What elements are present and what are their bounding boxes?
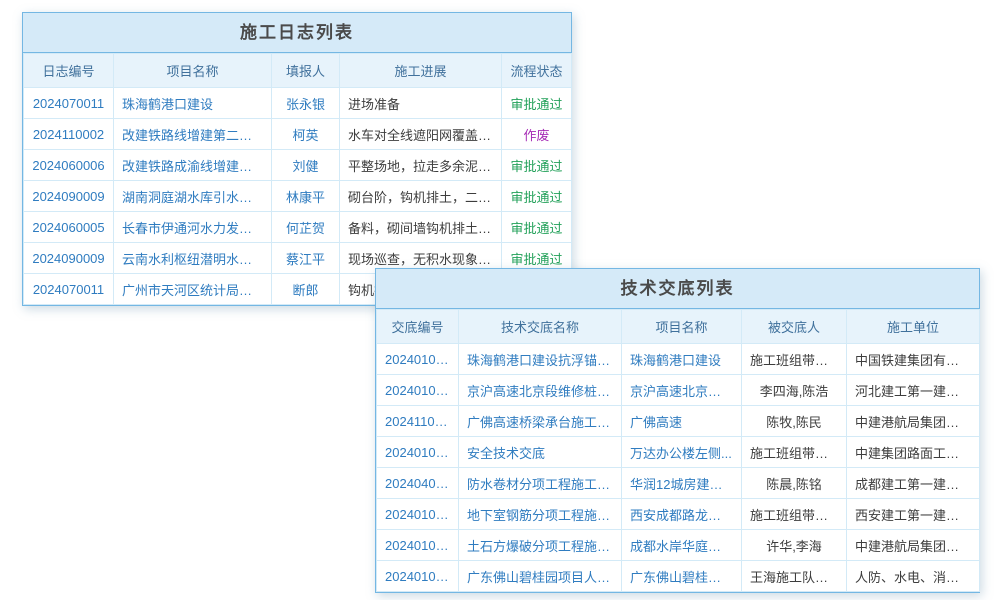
column-header: 施工单位 xyxy=(847,310,980,344)
table-row[interactable]: 2024090009湖南洞庭湖水库引水工程...林康平砌台阶，钩机排土，二包砌.… xyxy=(24,181,572,212)
link-cell[interactable]: 2024110001 xyxy=(377,406,459,437)
link-cell[interactable]: 林康平 xyxy=(272,181,340,212)
table-row[interactable]: 2024010004京沪高速北京段维修桩辐...京沪高速北京段维修李四海,陈浩河… xyxy=(377,375,980,406)
status-cell: 审批通过 xyxy=(502,181,572,212)
link-cell[interactable]: 2024110002 xyxy=(24,119,114,150)
link-cell[interactable]: 2024090009 xyxy=(24,181,114,212)
link-cell[interactable]: 2024070011 xyxy=(24,88,114,119)
text-cell: 西安建工第一建筑有... xyxy=(847,499,980,530)
column-header: 被交底人 xyxy=(742,310,847,344)
link-cell[interactable]: 云南水利枢纽潜明水库一... xyxy=(114,243,272,274)
link-cell[interactable]: 2024010003 xyxy=(377,344,459,375)
column-header: 交底编号 xyxy=(377,310,459,344)
text-cell: 王海施工队全队 xyxy=(742,561,847,592)
status-cell: 作废 xyxy=(502,119,572,150)
table-row[interactable]: 2024010003珠海鹤港口建设抗浮锚杆...珠海鹤港口建设施工班组带班...… xyxy=(377,344,980,375)
link-cell[interactable]: 广佛高速 xyxy=(622,406,742,437)
link-cell[interactable]: 2024010003 xyxy=(377,437,459,468)
status-cell: 审批通过 xyxy=(502,88,572,119)
construction-log-title: 施工日志列表 xyxy=(23,13,571,53)
table-row[interactable]: 2024060006改建铁路成渝线增建第二...刘健平整场地，拉走多余泥土15.… xyxy=(24,150,572,181)
link-cell[interactable]: 地下室钢筋分项工程施工... xyxy=(459,499,622,530)
link-cell[interactable]: 成都水岸华庭名苑... xyxy=(622,530,742,561)
text-cell: 砌台阶，钩机排土，二包砌... xyxy=(340,181,502,212)
table-row[interactable]: 2024010002土石方爆破分项工程施工...成都水岸华庭名苑...许华,李海… xyxy=(377,530,980,561)
text-cell: 进场准备 xyxy=(340,88,502,119)
link-cell[interactable]: 京沪高速北京段维修 xyxy=(622,375,742,406)
table-row[interactable]: 2024110002改建铁路线增建第二线直...柯英水车对全线遮阳网覆盖点进..… xyxy=(24,119,572,150)
link-cell[interactable]: 2024010004 xyxy=(377,375,459,406)
text-cell: 陈牧,陈民 xyxy=(742,406,847,437)
table-row[interactable]: 2024070011珠海鹤港口建设张永银进场准备审批通过 xyxy=(24,88,572,119)
text-cell: 人防、水电、消防暖通 xyxy=(847,561,980,592)
link-cell[interactable]: 珠海鹤港口建设 xyxy=(114,88,272,119)
text-cell: 李四海,陈浩 xyxy=(742,375,847,406)
link-cell[interactable]: 珠海鹤港口建设抗浮锚杆... xyxy=(459,344,622,375)
column-header: 技术交底名称 xyxy=(459,310,622,344)
status-cell: 审批通过 xyxy=(502,150,572,181)
text-cell: 成都建工第一建筑有... xyxy=(847,468,980,499)
column-header: 日志编号 xyxy=(24,54,114,88)
link-cell[interactable]: 2024070011 xyxy=(24,274,114,305)
link-cell[interactable]: 广州市天河区统计局机房... xyxy=(114,274,272,305)
text-cell: 施工班组带班... xyxy=(742,437,847,468)
link-cell[interactable]: 土石方爆破分项工程施工... xyxy=(459,530,622,561)
link-cell[interactable]: 2024060006 xyxy=(24,150,114,181)
link-cell[interactable]: 改建铁路线增建第二线直... xyxy=(114,119,272,150)
link-cell[interactable]: 防水卷材分项工程施工技... xyxy=(459,468,622,499)
text-cell: 备料，砌间墙钩机排土，瓦... xyxy=(340,212,502,243)
link-cell[interactable]: 安全技术交底 xyxy=(459,437,622,468)
link-cell[interactable]: 华润12城房建工程... xyxy=(622,468,742,499)
link-cell[interactable]: 2024090009 xyxy=(24,243,114,274)
link-cell[interactable]: 万达办公楼左侧... xyxy=(622,437,742,468)
column-header: 项目名称 xyxy=(622,310,742,344)
link-cell[interactable]: 2024060005 xyxy=(24,212,114,243)
text-cell: 中国铁建集团有限公司 xyxy=(847,344,980,375)
table-row[interactable]: 2024010003安全技术交底万达办公楼左侧...施工班组带班...中建集团路… xyxy=(377,437,980,468)
column-header: 填报人 xyxy=(272,54,340,88)
text-cell: 施工班组带班... xyxy=(742,499,847,530)
column-header: 施工进展 xyxy=(340,54,502,88)
link-cell[interactable]: 张永银 xyxy=(272,88,340,119)
table-row[interactable]: 2024060005长春市伊通河水力发电厂...何芷贺备料，砌间墙钩机排土，瓦.… xyxy=(24,212,572,243)
link-cell[interactable]: 2024010001 xyxy=(377,561,459,592)
text-cell: 许华,李海 xyxy=(742,530,847,561)
text-cell: 中建港航局集团有限... xyxy=(847,530,980,561)
status-cell: 审批通过 xyxy=(502,212,572,243)
link-cell[interactable]: 2024010002 xyxy=(377,530,459,561)
link-cell[interactable]: 广佛高速桥梁承台施工技... xyxy=(459,406,622,437)
link-cell[interactable]: 湖南洞庭湖水库引水工程... xyxy=(114,181,272,212)
table-row[interactable]: 2024040001防水卷材分项工程施工技...华润12城房建工程...陈晨,陈… xyxy=(377,468,980,499)
link-cell[interactable]: 改建铁路成渝线增建第二... xyxy=(114,150,272,181)
link-cell[interactable]: 长春市伊通河水力发电厂... xyxy=(114,212,272,243)
link-cell[interactable]: 京沪高速北京段维修桩辐... xyxy=(459,375,622,406)
link-cell[interactable]: 2024040001 xyxy=(377,468,459,499)
link-cell[interactable]: 2024010002 xyxy=(377,499,459,530)
text-cell: 施工班组带班... xyxy=(742,344,847,375)
construction-log-panel: 施工日志列表 日志编号项目名称填报人施工进展流程状态2024070011珠海鹤港… xyxy=(22,12,572,306)
table-row[interactable]: 2024010001广东佛山碧桂园项目人防...广东佛山碧桂园项目王海施工队全队… xyxy=(377,561,980,592)
link-cell[interactable]: 珠海鹤港口建设 xyxy=(622,344,742,375)
column-header: 项目名称 xyxy=(114,54,272,88)
link-cell[interactable]: 断郎 xyxy=(272,274,340,305)
technical-disclosure-table: 交底编号技术交底名称项目名称被交底人施工单位2024010003珠海鹤港口建设抗… xyxy=(376,309,980,592)
link-cell[interactable]: 蔡江平 xyxy=(272,243,340,274)
technical-disclosure-title: 技术交底列表 xyxy=(376,269,979,309)
text-cell: 平整场地，拉走多余泥土15... xyxy=(340,150,502,181)
link-cell[interactable]: 广东佛山碧桂园项目人防... xyxy=(459,561,622,592)
table-row[interactable]: 2024010002地下室钢筋分项工程施工...西安成都路龙湖上...施工班组带… xyxy=(377,499,980,530)
link-cell[interactable]: 广东佛山碧桂园项目 xyxy=(622,561,742,592)
link-cell[interactable]: 刘健 xyxy=(272,150,340,181)
text-cell: 中建港航局集团有限... xyxy=(847,406,980,437)
text-cell: 中建集团路面工程有... xyxy=(847,437,980,468)
table-row[interactable]: 2024110001广佛高速桥梁承台施工技...广佛高速陈牧,陈民中建港航局集团… xyxy=(377,406,980,437)
text-cell: 陈晨,陈铭 xyxy=(742,468,847,499)
technical-disclosure-panel: 技术交底列表 交底编号技术交底名称项目名称被交底人施工单位2024010003珠… xyxy=(375,268,980,593)
link-cell[interactable]: 西安成都路龙湖上... xyxy=(622,499,742,530)
text-cell: 水车对全线遮阳网覆盖点进... xyxy=(340,119,502,150)
link-cell[interactable]: 柯英 xyxy=(272,119,340,150)
column-header: 流程状态 xyxy=(502,54,572,88)
link-cell[interactable]: 何芷贺 xyxy=(272,212,340,243)
text-cell: 河北建工第一建筑有... xyxy=(847,375,980,406)
